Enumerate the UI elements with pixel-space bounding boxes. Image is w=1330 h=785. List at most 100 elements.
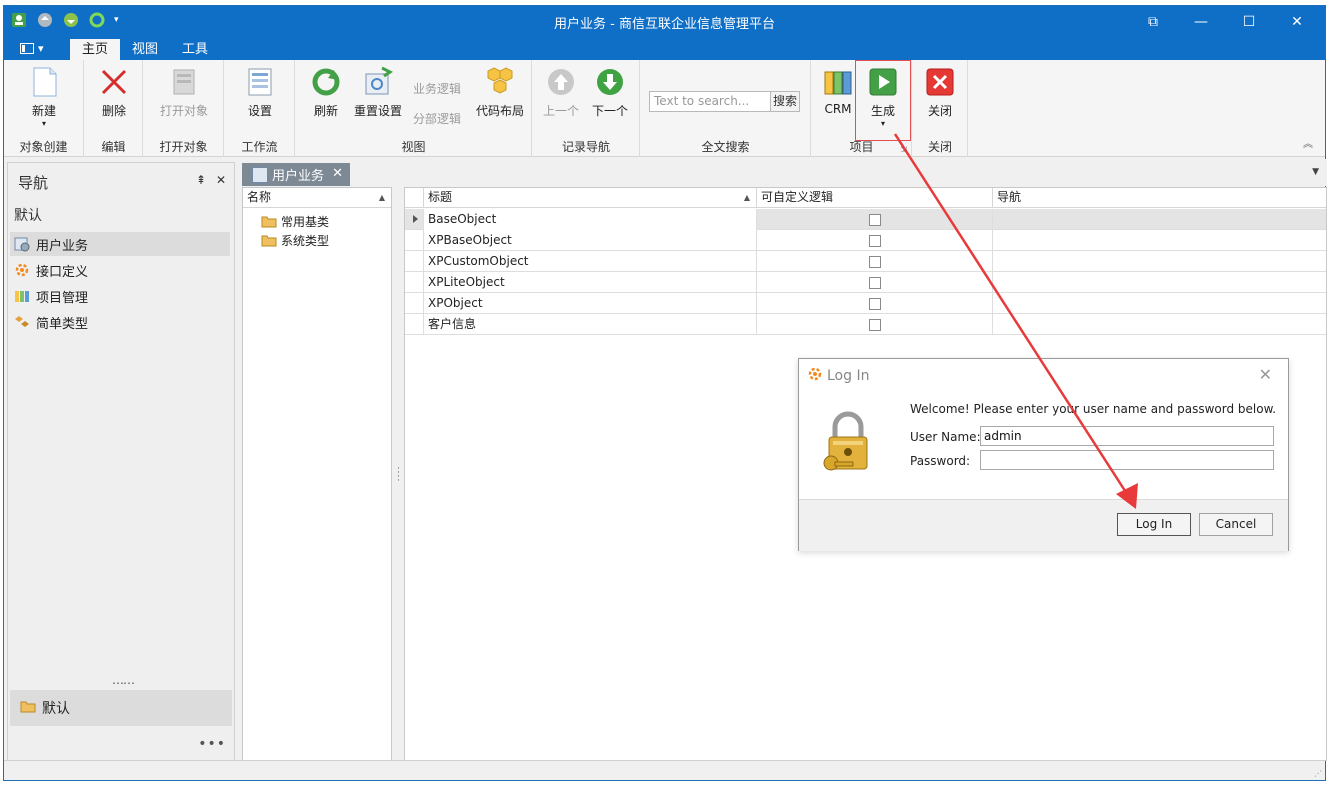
tree-item[interactable]: 系统类型 bbox=[261, 232, 329, 249]
checkbox[interactable] bbox=[868, 213, 881, 226]
tab-home[interactable]: 主页 bbox=[70, 39, 121, 60]
reset-settings-label: 重置设置 bbox=[353, 104, 402, 118]
document-tab-user-business[interactable]: 用户业务 ✕ bbox=[242, 163, 350, 186]
column-header-title[interactable]: 标题 ▲ bbox=[423, 188, 756, 208]
group-workflow: 设置 工作流 bbox=[225, 60, 295, 157]
column-header-custom-logic[interactable]: 可自定义逻辑 bbox=[756, 188, 992, 208]
table-row[interactable]: XPBaseObject bbox=[405, 230, 1326, 251]
code-layout-icon bbox=[484, 66, 516, 98]
cell-title: XPLiteObject bbox=[423, 272, 756, 293]
code-layout-button[interactable]: 代码布局 bbox=[472, 66, 528, 119]
folder-icon bbox=[261, 235, 277, 247]
new-button[interactable]: 新建 ▾ bbox=[18, 66, 70, 128]
panel-splitter[interactable]: · · · · bbox=[393, 187, 404, 761]
cell-custom-logic bbox=[756, 251, 992, 272]
cell-custom-logic bbox=[756, 293, 992, 314]
new-dropdown-icon[interactable]: ▾ bbox=[18, 119, 70, 128]
more-options-icon[interactable]: ••• bbox=[198, 736, 226, 752]
collapse-ribbon-icon[interactable]: ︽ bbox=[1303, 135, 1313, 150]
refresh-large-icon bbox=[310, 66, 342, 98]
close-red-icon bbox=[924, 66, 956, 98]
checkbox[interactable] bbox=[868, 255, 881, 268]
cell-custom-logic bbox=[756, 314, 992, 335]
dialog-close-icon[interactable]: ✕ bbox=[1259, 365, 1272, 384]
tab-list-dropdown-icon[interactable]: ▼ bbox=[1312, 167, 1319, 177]
cell-title: XPBaseObject bbox=[423, 230, 756, 251]
cancel-button[interactable]: Cancel bbox=[1199, 513, 1273, 536]
splitter-grip[interactable]: …… bbox=[112, 673, 135, 687]
checkbox[interactable] bbox=[868, 276, 881, 289]
pin-icon[interactable]: ⇞ bbox=[196, 173, 206, 187]
checkbox[interactable] bbox=[868, 234, 881, 247]
padlock-icon bbox=[821, 411, 875, 477]
folder-icon bbox=[261, 216, 277, 228]
tree-item[interactable]: 常用基类 bbox=[261, 213, 329, 230]
refresh-button[interactable]: 刷新 bbox=[300, 66, 352, 119]
table-row[interactable]: XPLiteObject bbox=[405, 272, 1326, 293]
table-row[interactable]: BaseObject bbox=[405, 209, 1326, 230]
tree-column-label: 名称 bbox=[247, 190, 272, 204]
close-tab-icon[interactable]: ✕ bbox=[332, 166, 343, 181]
dialog-title-bar: Log In bbox=[807, 366, 869, 386]
reset-settings-icon bbox=[362, 66, 394, 98]
tree-item-label: 常用基类 bbox=[281, 215, 330, 229]
category-tree: 名称 ▲ 常用基类 系统类型 bbox=[242, 187, 392, 761]
nav-close-icon[interactable]: ✕ bbox=[216, 173, 226, 187]
status-bar: ⋰ bbox=[4, 760, 1325, 780]
table-row[interactable]: XPCustomObject bbox=[405, 251, 1326, 272]
column-header-navigation[interactable]: 导航 bbox=[992, 188, 1326, 208]
resize-grip-icon[interactable]: ⋰ bbox=[1314, 769, 1322, 778]
grid-header-row: 标题 ▲ 可自定义逻辑 导航 bbox=[405, 188, 1326, 208]
nav-item-label: 接口定义 bbox=[36, 264, 89, 280]
checkbox[interactable] bbox=[868, 318, 881, 331]
tree-column-header[interactable]: 名称 ▲ bbox=[243, 188, 391, 208]
group-name-view: 视图 bbox=[401, 140, 426, 154]
tab-tools[interactable]: 工具 bbox=[170, 39, 220, 60]
table-row[interactable]: 客户信息 bbox=[405, 314, 1326, 335]
nav-item-label: 简单类型 bbox=[36, 316, 89, 332]
settings-button[interactable]: 设置 bbox=[234, 66, 286, 119]
nav-item-interface-definition[interactable]: 接口定义 bbox=[10, 258, 230, 282]
sort-asc-icon: ▲ bbox=[378, 193, 385, 202]
next-icon bbox=[594, 66, 626, 98]
business-logic-button[interactable]: 业务逻辑 bbox=[413, 80, 461, 97]
close-window-button[interactable]: ✕ bbox=[1273, 6, 1321, 37]
previous-button[interactable]: 上一个 bbox=[535, 66, 587, 119]
dialog-launcher-icon[interactable]: ⇲ bbox=[900, 145, 907, 154]
document-tab-label: 用户业务 bbox=[272, 169, 325, 184]
new-document-icon bbox=[28, 66, 60, 98]
search-button[interactable]: 搜索 bbox=[770, 91, 800, 112]
username-field[interactable]: admin bbox=[980, 426, 1274, 446]
minimize-button[interactable]: — bbox=[1177, 6, 1225, 37]
navigation-pane: 导航 ⇞ ✕ 默认 用户业务 接口定义 项目管理 简单类型 …… 默认 ••• bbox=[7, 162, 235, 761]
cell-navigation bbox=[992, 293, 1326, 314]
refresh-label: 刷新 bbox=[313, 104, 338, 118]
maximize-button[interactable]: ☐ bbox=[1225, 6, 1273, 37]
gear-icon bbox=[14, 262, 30, 278]
checkbox[interactable] bbox=[868, 297, 881, 310]
next-button[interactable]: 下一个 bbox=[584, 66, 636, 119]
nav-item-simple-types[interactable]: 简单类型 bbox=[10, 310, 230, 334]
group-name-object-create: 对象创建 bbox=[19, 140, 68, 154]
open-object-button[interactable]: 打开对象 bbox=[158, 66, 210, 119]
nav-item-user-business[interactable]: 用户业务 bbox=[10, 232, 230, 256]
password-field[interactable] bbox=[980, 450, 1274, 470]
nav-item-project-management[interactable]: 项目管理 bbox=[10, 284, 230, 308]
restore-ribbon-icon[interactable]: ⧉ bbox=[1129, 6, 1177, 37]
crm-icon bbox=[822, 66, 854, 98]
delete-button[interactable]: 删除 bbox=[88, 66, 140, 119]
cell-navigation bbox=[992, 230, 1326, 251]
search-input[interactable]: Text to search... bbox=[649, 91, 771, 112]
app-menu-button[interactable]: ▾ bbox=[14, 40, 50, 57]
login-button[interactable]: Log In bbox=[1117, 513, 1191, 536]
window-title: 用户业务 - 商信互联企业信息管理平台 bbox=[554, 17, 775, 32]
dialog-footer: Log In Cancel bbox=[799, 499, 1288, 551]
close-button[interactable]: 关闭 bbox=[914, 66, 966, 119]
table-row[interactable]: XPObject bbox=[405, 293, 1326, 314]
reset-settings-button[interactable]: 重置设置 bbox=[348, 66, 408, 119]
group-name-record-nav: 记录导航 bbox=[561, 140, 610, 154]
tab-view[interactable]: 视图 bbox=[120, 39, 170, 60]
group-record-nav: 上一个 下一个 记录导航 bbox=[533, 60, 640, 157]
partial-logic-button[interactable]: 分部逻辑 bbox=[413, 110, 461, 127]
nav-group-default[interactable]: 默认 bbox=[10, 690, 232, 726]
